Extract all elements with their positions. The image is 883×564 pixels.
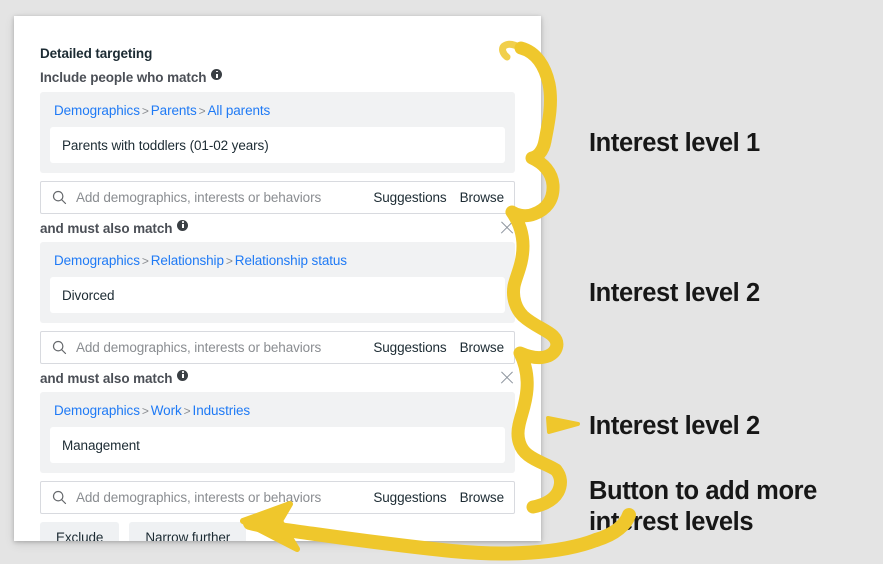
breadcrumb-link-2-2[interactable]: Relationship status [235,253,347,268]
targeting-group-3: Demographics > Work > Industries Management [40,392,515,473]
match-label-row-1: Include people who match [40,69,515,85]
marker-wedge-right [546,416,580,434]
targeting-group-1: Demographics > Parents > All parents Parents… [40,92,515,173]
breadcrumb-link-3-2[interactable]: Industries [193,403,251,418]
remove-group-button-2[interactable] [499,220,515,236]
match-label-row-3: and must also match [40,369,515,386]
screenshot-stage: Detailed targeting Include people who ma… [0,0,883,564]
remove-group-button-3[interactable] [499,370,515,386]
breadcrumb-2: Demographics > Relationship > Relationship s… [40,242,515,270]
detailed-targeting-card: Detailed targeting Include people who ma… [14,16,541,541]
breadcrumb-separator: > [225,254,233,268]
search-icon [52,190,67,205]
breadcrumb-link-3-1[interactable]: Work [151,403,182,418]
breadcrumb-3: Demographics > Work > Industries [40,392,515,420]
annotation-interest-level-2b: Interest level 2 [589,412,760,440]
breadcrumb-separator: > [141,404,149,418]
annotation-interest-level-2a: Interest level 2 [589,279,760,307]
browse-button-3[interactable]: Browse [460,490,505,505]
breadcrumb-link-1-1[interactable]: Parents [151,103,197,118]
card-action-buttons: Exclude Narrow further [40,522,247,541]
and-must-also-match-label-3: and must also match [40,369,189,386]
browse-button-2[interactable]: Browse [460,340,505,355]
search-icon [52,490,67,505]
search-icon [52,340,67,355]
narrow-further-button[interactable]: Narrow further [129,522,247,541]
info-icon[interactable] [177,369,189,381]
breadcrumb-separator: > [141,254,149,268]
info-icon[interactable] [211,69,223,80]
search-row-2[interactable]: Add demographics, interests or behaviors… [40,331,515,364]
selected-targeting-chip-3[interactable]: Management [50,427,505,463]
targeting-group-2: Demographics > Relationship > Relationship s… [40,242,515,323]
breadcrumb-link-2-0[interactable]: Demographics [54,253,140,268]
breadcrumb-separator: > [141,104,149,118]
page-title: Detailed targeting [40,46,153,61]
selected-targeting-chip-1[interactable]: Parents with toddlers (01-02 years) [50,127,505,163]
breadcrumb-separator: > [198,104,206,118]
search-input-2[interactable]: Add demographics, interests or behaviors [76,340,360,355]
match-label-text-1: Include people who match [40,70,207,85]
search-input-1[interactable]: Add demographics, interests or behaviors [76,190,360,205]
match-label-text-2: and must also match [40,220,173,236]
exclude-button[interactable]: Exclude [40,522,120,541]
breadcrumb-1: Demographics > Parents > All parents [40,92,515,120]
and-must-also-match-label-2: and must also match [40,219,189,236]
breadcrumb-link-1-2[interactable]: All parents [208,103,271,118]
search-row-1[interactable]: Add demographics, interests or behaviors… [40,181,515,214]
breadcrumb-link-1-0[interactable]: Demographics [54,103,140,118]
annotation-button-to-add-more-interest-levels: Button to add more interest levels [589,477,817,536]
include-people-who-match-label: Include people who match [40,69,223,85]
breadcrumb-separator: > [183,404,191,418]
breadcrumb-link-2-1[interactable]: Relationship [151,253,224,268]
selected-targeting-chip-2[interactable]: Divorced [50,277,505,313]
suggestions-button-3[interactable]: Suggestions [373,490,446,505]
match-label-text-3: and must also match [40,370,173,386]
search-row-3[interactable]: Add demographics, interests or behaviors… [40,481,515,514]
suggestions-button-1[interactable]: Suggestions [373,190,446,205]
annotation-interest-level-1: Interest level 1 [589,129,760,157]
info-icon[interactable] [177,219,189,231]
suggestions-button-2[interactable]: Suggestions [373,340,446,355]
match-label-row-2: and must also match [40,219,515,236]
breadcrumb-link-3-0[interactable]: Demographics [54,403,140,418]
search-input-3[interactable]: Add demographics, interests or behaviors [76,490,360,505]
browse-button-1[interactable]: Browse [460,190,505,205]
